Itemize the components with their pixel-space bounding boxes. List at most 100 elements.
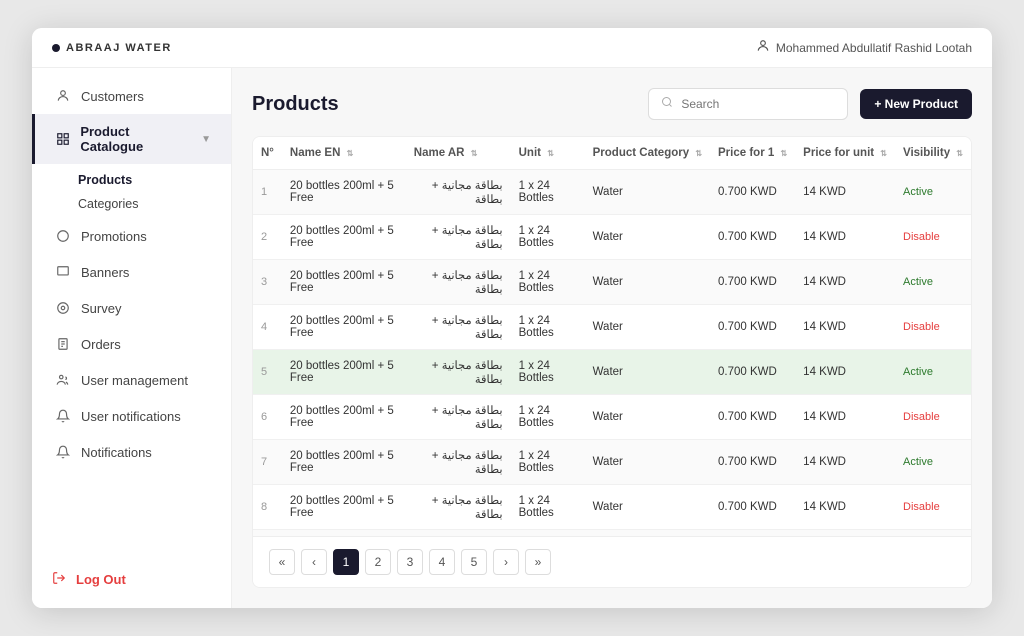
table-row[interactable]: 1 20 bottles 200ml + 5 Free بطاقة مجانية… [253, 170, 971, 215]
cell-price1: 0.700 KWD [710, 485, 795, 530]
pagination: « ‹ 1 2 3 4 5 › » [253, 536, 971, 587]
sidebar-sub-menu: Products Categories [32, 164, 231, 218]
cell-price-unit: 14 KWD [795, 170, 895, 215]
cell-visibility: Active [895, 260, 971, 305]
pagination-page-3[interactable]: 3 [397, 549, 423, 575]
cell-category: Water [585, 215, 710, 260]
page-title: Products [252, 93, 339, 116]
col-name-en[interactable]: Name EN ⇅ [282, 137, 406, 170]
pagination-page-4[interactable]: 4 [429, 549, 455, 575]
cell-no: 5 [253, 350, 282, 395]
cell-name-en: 20 bottles 200ml + 5 Free [282, 215, 406, 260]
logout-button[interactable]: Log Out [32, 561, 231, 598]
main-content: Products + New Product [232, 68, 992, 608]
table-scroll[interactable]: N° Name EN ⇅ Name AR ⇅ Unit ⇅ Product Ca… [253, 137, 971, 536]
cell-unit: 1 x 24 Bottles [511, 485, 585, 530]
table-row[interactable]: 3 20 bottles 200ml + 5 Free بطاقة مجانية… [253, 260, 971, 305]
sidebar-item-customers[interactable]: Customers [32, 78, 231, 114]
sidebar-item-notifications[interactable]: Notifications [32, 434, 231, 470]
col-unit[interactable]: Unit ⇅ [511, 137, 585, 170]
sidebar-item-promotions[interactable]: Promotions [32, 218, 231, 254]
sidebar-item-survey[interactable]: Survey [32, 290, 231, 326]
orders-icon [55, 336, 71, 352]
cell-name-en: 20 bottles 200ml + 5 Free [282, 485, 406, 530]
cell-category: Water [585, 350, 710, 395]
cell-name-ar: بطاقة مجانية + بطاقة [406, 395, 511, 440]
col-name-ar[interactable]: Name AR ⇅ [406, 137, 511, 170]
table-row[interactable]: 4 20 bottles 200ml + 5 Free بطاقة مجانية… [253, 305, 971, 350]
sidebar-label-orders: Orders [81, 337, 121, 352]
pagination-first[interactable]: « [269, 549, 295, 575]
pagination-page-2[interactable]: 2 [365, 549, 391, 575]
cell-no: 8 [253, 485, 282, 530]
sidebar-item-product-catalogue[interactable]: Product Catalogue ▼ [32, 114, 231, 164]
cell-category: Water [585, 440, 710, 485]
cell-name-ar: بطاقة مجانية + بطاقة [406, 440, 511, 485]
cell-no: 1 [253, 170, 282, 215]
table-row[interactable]: 5 20 bottles 200ml + 5 Free بطاقة مجانية… [253, 350, 971, 395]
cell-unit: 1 x 24 Bottles [511, 305, 585, 350]
sidebar-sub-products[interactable]: Products [78, 168, 231, 192]
cell-unit: 1 x 24 Bottles [511, 215, 585, 260]
cell-name-en: 20 bottles 200ml + 5 Free [282, 350, 406, 395]
pagination-next[interactable]: › [493, 549, 519, 575]
cell-category: Water [585, 395, 710, 440]
search-input[interactable] [681, 97, 835, 111]
search-icon [661, 95, 673, 113]
cell-unit: 1 x 24 Bottles [511, 350, 585, 395]
cell-no: 3 [253, 260, 282, 305]
cell-category: Water [585, 170, 710, 215]
sidebar-sub-categories[interactable]: Categories [78, 192, 231, 216]
cell-name-en: 20 bottles 200ml + 5 Free [282, 260, 406, 305]
sidebar-item-banners[interactable]: Banners [32, 254, 231, 290]
cell-name-en: 20 bottles 200ml + 5 Free [282, 440, 406, 485]
pagination-prev[interactable]: ‹ [301, 549, 327, 575]
pagination-page-5[interactable]: 5 [461, 549, 487, 575]
cell-price1: 0.700 KWD [710, 440, 795, 485]
main-window: ABRAAJ WATER Mohammed Abdullatif Rashid … [32, 28, 992, 608]
cell-visibility: Active [895, 350, 971, 395]
logo-icon [52, 44, 60, 52]
table-row[interactable]: 6 20 bottles 200ml + 5 Free بطاقة مجانية… [253, 395, 971, 440]
new-product-button[interactable]: + New Product [860, 89, 972, 119]
sidebar: Customers Product Catalogue ▼ Products C… [32, 68, 232, 608]
cell-price1: 0.700 KWD [710, 350, 795, 395]
logo-text: ABRAAJ WATER [66, 42, 172, 54]
col-price-for-1[interactable]: Price for 1 ⇅ [710, 137, 795, 170]
cell-visibility: Disable [895, 485, 971, 530]
survey-icon [55, 300, 71, 316]
col-product-category[interactable]: Product Category ⇅ [585, 137, 710, 170]
cell-no: 6 [253, 395, 282, 440]
table-row[interactable]: 2 20 bottles 200ml + 5 Free بطاقة مجانية… [253, 215, 971, 260]
grid-icon [55, 131, 70, 147]
user-icon [756, 39, 770, 56]
table-row[interactable]: 7 20 bottles 200ml + 5 Free بطاقة مجانية… [253, 440, 971, 485]
cell-name-en: 20 bottles 200ml + 5 Free [282, 395, 406, 440]
products-table-container: N° Name EN ⇅ Name AR ⇅ Unit ⇅ Product Ca… [252, 136, 972, 588]
pagination-last[interactable]: » [525, 549, 551, 575]
user-notifications-icon [55, 408, 71, 424]
cell-name-en: 20 bottles 200ml + 5 Free [282, 305, 406, 350]
search-box[interactable] [648, 88, 848, 120]
col-visibility[interactable]: Visibility ⇅ [895, 137, 971, 170]
cell-name-en: 20 bottles 200ml + 5 Free [282, 170, 406, 215]
sidebar-label-customers: Customers [81, 89, 144, 104]
cell-name-ar: بطاقة مجانية + بطاقة [406, 305, 511, 350]
col-price-for-unit[interactable]: Price for unit ⇅ [795, 137, 895, 170]
cell-price-unit: 14 KWD [795, 395, 895, 440]
notifications-icon [55, 444, 71, 460]
cell-price1: 0.700 KWD [710, 305, 795, 350]
table-row[interactable]: 8 20 bottles 200ml + 5 Free بطاقة مجانية… [253, 485, 971, 530]
sidebar-label-user-notifications: User notifications [81, 409, 181, 424]
cell-category: Water [585, 305, 710, 350]
page-header: Products + New Product [252, 88, 972, 120]
sidebar-item-user-notifications[interactable]: User notifications [32, 398, 231, 434]
sidebar-item-orders[interactable]: Orders [32, 326, 231, 362]
sidebar-item-user-management[interactable]: User management [32, 362, 231, 398]
pagination-page-1[interactable]: 1 [333, 549, 359, 575]
cell-price-unit: 14 KWD [795, 485, 895, 530]
cell-visibility: Disable [895, 395, 971, 440]
user-management-icon [55, 372, 71, 388]
top-bar: ABRAAJ WATER Mohammed Abdullatif Rashid … [32, 28, 992, 68]
cell-price-unit: 14 KWD [795, 305, 895, 350]
